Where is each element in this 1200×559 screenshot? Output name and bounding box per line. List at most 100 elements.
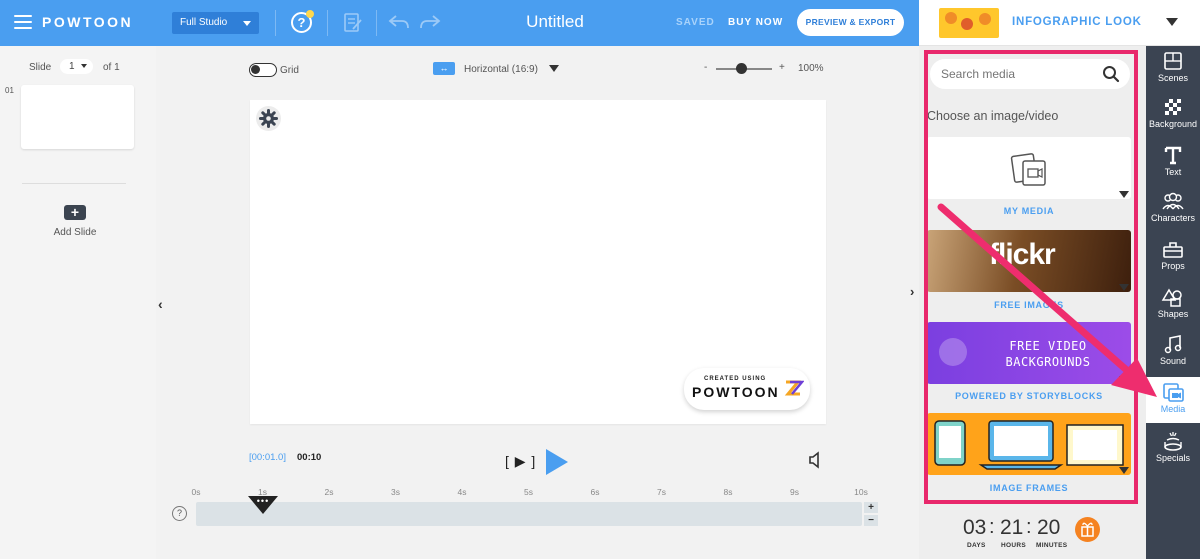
grid-label: Grid: [280, 65, 299, 76]
collapse-right-button[interactable]: ›: [910, 284, 914, 299]
menu-icon[interactable]: [14, 15, 32, 29]
slide-number-value: 1: [69, 61, 75, 72]
editor-area: Grid ↔ Horizontal (16:9) - + 100% CREATE…: [156, 46, 919, 559]
tool-shapes[interactable]: Shapes: [1146, 282, 1200, 328]
add-slide-button[interactable]: Add Slide: [30, 227, 120, 238]
look-selector[interactable]: INFOGRAPHIC LOOK: [919, 0, 1200, 46]
background-icon: [1165, 99, 1181, 115]
timeline-ruler: 0s 1s 2s 3s 4s 5s 6s 7s 8s 9s 10s: [192, 487, 868, 499]
redo-icon[interactable]: [419, 12, 441, 32]
aspect-ratio-select[interactable]: Horizontal (16:9): [464, 64, 538, 75]
timeline-tick-label: 9s: [790, 487, 799, 497]
add-slide-icon[interactable]: +: [64, 205, 86, 220]
chevron-down-icon[interactable]: [1119, 467, 1129, 474]
my-media-label: MY MEDIA: [1003, 206, 1055, 216]
chevron-down-icon: [81, 64, 87, 68]
slide-thumbnail[interactable]: [21, 85, 134, 149]
tool-label: Text: [1164, 167, 1182, 177]
timeline-tick-label: 7s: [657, 487, 666, 497]
tool-characters[interactable]: Characters: [1146, 186, 1200, 232]
zoom-slider-handle[interactable]: [735, 63, 747, 74]
offer-countdown: 03 : 21 : 20 DAYS HOURS MINUTES: [963, 516, 1078, 556]
collapse-left-button[interactable]: ‹: [158, 296, 163, 312]
tool-label: Specials: [1155, 453, 1191, 463]
timeline-tick-label: 10s: [854, 487, 868, 497]
device-frames-icon: [934, 420, 1124, 470]
timeline-tick-label: 0s: [191, 487, 201, 497]
zoom-in-button[interactable]: +: [779, 62, 785, 73]
tool-background[interactable]: Background: [1146, 92, 1200, 138]
chevron-down-icon[interactable]: [1166, 18, 1178, 26]
tool-label: Shapes: [1157, 309, 1189, 319]
divider: [376, 10, 377, 36]
powtoon-watermark: CREATED USING POWTOON: [684, 368, 810, 410]
timeline-zoom-in-button[interactable]: +: [864, 502, 878, 513]
image-frames-card[interactable]: [927, 413, 1131, 475]
notes-icon[interactable]: [343, 12, 363, 34]
zoom-out-button[interactable]: -: [704, 62, 707, 73]
tool-props[interactable]: Props: [1146, 234, 1200, 280]
chevron-down-icon[interactable]: [1119, 284, 1129, 291]
look-thumbnail: [939, 8, 999, 38]
search-input[interactable]: [941, 67, 1091, 81]
countdown-hours: 21: [1000, 516, 1024, 539]
my-media-card[interactable]: [927, 137, 1131, 199]
play-icon[interactable]: [546, 449, 568, 475]
storyblocks-card[interactable]: FREE VIDEO BACKGROUNDS: [927, 322, 1131, 384]
gift-icon[interactable]: [1075, 517, 1100, 542]
media-search[interactable]: [930, 59, 1130, 89]
studio-mode-label: Full Studio: [180, 17, 228, 28]
timeline-tick-label: 1s: [258, 487, 267, 497]
free-images-label: FREE IMAGES: [994, 300, 1064, 310]
shapes-icon: [1161, 288, 1182, 307]
free-images-card[interactable]: flickr: [927, 230, 1131, 292]
powtoon-logo[interactable]: POWTOON: [42, 14, 133, 30]
tool-media[interactable]: Media: [1146, 377, 1200, 423]
gear-icon: [259, 109, 278, 128]
project-title[interactable]: Untitled: [480, 12, 630, 32]
countdown-hours-label: HOURS: [1001, 542, 1026, 549]
chevron-down-icon[interactable]: [1119, 376, 1129, 383]
timeline-zoom-out-button[interactable]: −: [864, 515, 878, 526]
canvas-settings-button[interactable]: [256, 106, 281, 131]
tool-scenes[interactable]: Scenes: [1146, 46, 1200, 92]
tool-label: Props: [1161, 261, 1185, 271]
gift-box-icon: [1081, 522, 1094, 537]
tool-label: Media: [1160, 404, 1186, 414]
buy-now-link[interactable]: BUY NOW: [728, 17, 783, 28]
slide-number-select[interactable]: 1: [60, 59, 93, 74]
props-icon: [1163, 242, 1183, 258]
play-from-frame-button[interactable]: [ ▶ ]: [505, 453, 536, 470]
divider: [327, 10, 328, 36]
search-icon[interactable]: [1102, 65, 1120, 83]
preview-export-button[interactable]: PREVIEW & EXPORT: [797, 9, 904, 36]
tool-specials[interactable]: Specials: [1146, 426, 1200, 472]
undo-icon[interactable]: [388, 12, 410, 32]
specials-icon: [1164, 432, 1182, 451]
scenes-icon: [1164, 52, 1182, 70]
slide-canvas[interactable]: CREATED USING POWTOON: [250, 100, 826, 424]
countdown-minutes: 20: [1037, 516, 1061, 539]
tool-text[interactable]: Text: [1146, 140, 1200, 186]
slide-label: Slide: [29, 62, 52, 73]
countdown-days-label: DAYS: [967, 542, 986, 549]
media-files-icon: [1010, 153, 1046, 186]
tool-sound[interactable]: Sound: [1146, 329, 1200, 375]
timeline-track[interactable]: [196, 502, 862, 526]
studio-mode-select[interactable]: Full Studio: [172, 12, 259, 34]
volume-icon[interactable]: [807, 451, 823, 469]
tool-label: Background: [1148, 119, 1198, 129]
saved-status: SAVED: [676, 17, 715, 28]
chevron-down-icon: [243, 21, 251, 26]
chevron-down-icon[interactable]: [1119, 191, 1129, 198]
chevron-down-icon[interactable]: [549, 65, 559, 72]
aspect-ratio-icon[interactable]: ↔: [433, 62, 455, 75]
countdown-minutes-label: MINUTES: [1036, 542, 1068, 549]
tools-sidebar: Scenes Background Text Characters Props Shape…: [1146, 46, 1200, 559]
timeline-help-button[interactable]: ?: [172, 506, 187, 521]
grid-toggle[interactable]: [249, 63, 277, 77]
slide-count: of 1: [103, 62, 120, 73]
divider: [275, 10, 276, 36]
top-bar: POWTOON Full Studio ? Untitled SAVED BUY…: [0, 0, 919, 46]
timeline-tick-label: 3s: [391, 487, 400, 497]
